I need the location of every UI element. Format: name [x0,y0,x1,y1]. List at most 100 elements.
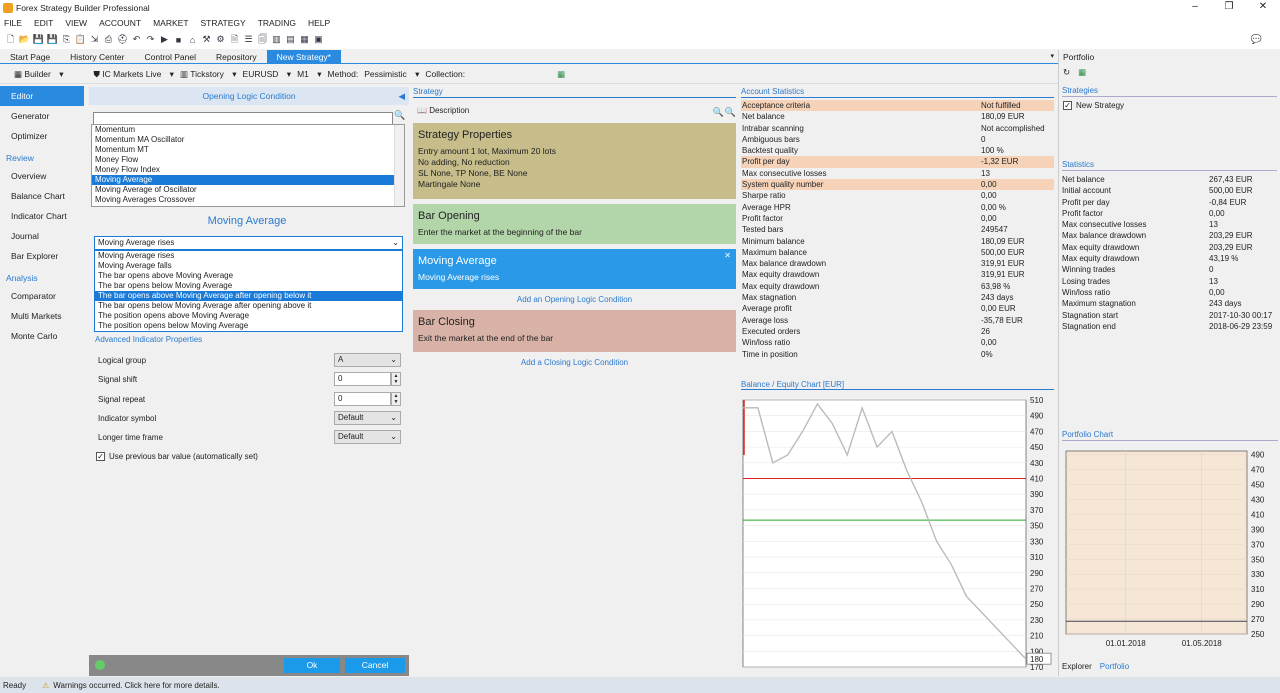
list-item[interactable]: The bar opens below Moving Average [95,281,402,291]
signal-shift-spinner[interactable]: ▲ ▼ [391,372,401,386]
list-item-selected[interactable]: Moving Average [92,175,404,185]
moving-average-slot[interactable]: Moving Average Moving Average rises ✕ [413,249,736,289]
tab-history-center[interactable]: History Center [60,50,134,63]
logic-options-list[interactable]: Moving Average rises Moving Average fall… [94,250,403,332]
doc-icon[interactable]: 🗎 [229,34,240,45]
list-item[interactable]: The position opens below Moving Average [95,321,402,331]
barchart-icon[interactable]: ▤ [285,34,296,45]
list-item[interactable]: Moving Average of Oscillator [92,185,404,195]
nav-indicator-chart[interactable]: Indicator Chart [0,206,88,226]
redo-icon[interactable]: ↷ [145,34,156,45]
new-icon[interactable]: 🗋 [5,34,16,45]
cancel-button[interactable]: Cancel [345,658,405,673]
logic-select[interactable]: Moving Average rises ⌄ [94,236,403,250]
nav-multi-markets[interactable]: Multi Markets [0,306,88,326]
tab-start-page[interactable]: Start Page [0,50,60,63]
list-item[interactable]: Momentum MA Oscillator [92,135,404,145]
excel-icon[interactable]: ▦ [557,69,565,80]
bar-opening-slot[interactable]: Bar Opening Enter the market at the begi… [413,204,736,244]
chat-icon[interactable]: 💬 [1251,34,1262,45]
list-item[interactable]: Money Flow [92,155,404,165]
tabs-dropdown-icon[interactable]: ▾ [1050,52,1054,60]
symbol-dropdown[interactable]: EURUSD ▾ [243,69,292,80]
nav-generator[interactable]: Generator [0,106,88,126]
nav-optimizer[interactable]: Optimizer [0,126,88,146]
undo-icon[interactable]: ↶ [131,34,142,45]
strategy-properties-slot[interactable]: Strategy Properties Entry amount 1 lot, … [413,123,736,199]
signal-repeat-spinner[interactable]: ▲ ▼ [391,392,401,406]
add-opening-condition-link[interactable]: Add an Opening Logic Condition [413,295,736,304]
tab-repository[interactable]: Repository [206,50,267,63]
bar-closing-slot[interactable]: Bar Closing Exit the market at the end o… [413,310,736,352]
list-item[interactable]: Moving Average falls [95,261,402,271]
nav-comparator[interactable]: Comparator [0,286,88,306]
play-icon[interactable]: ▶ [159,34,170,45]
excel-icon[interactable]: ▦ [1078,67,1086,78]
calc-icon[interactable]: ▦ [299,34,310,45]
minimize-button[interactable]: – [1178,0,1212,14]
menu-account[interactable]: ACCOUNT [99,18,141,28]
period-dropdown[interactable]: M1 ▾ [297,69,321,80]
zoom-out-icon[interactable]: 🔍 [725,105,736,119]
paste-icon[interactable]: 📋 [75,34,86,45]
list-item[interactable]: The position opens above Moving Average [95,311,402,321]
menu-trading[interactable]: TRADING [258,18,296,28]
folder-icon[interactable]: ▣ [313,34,324,45]
chart-icon[interactable]: ▥ [271,34,282,45]
builder-dropdown[interactable]: ▦ Builder ▾ [14,69,64,80]
zoom-in-icon[interactable]: 🔍 [713,105,724,119]
description-row[interactable]: 📖 Description 🔍 🔍 [413,104,736,118]
list-item[interactable]: Momentum [92,125,404,135]
list-item[interactable]: Money Flow Index [92,165,404,175]
close-button[interactable]: ✕ [1246,0,1280,14]
hat-icon[interactable]: ⛑ [117,34,128,45]
indicator-list[interactable]: Momentum Momentum MA Oscillator Momentum… [91,124,405,207]
signal-repeat-input[interactable]: 0 [334,392,391,406]
search-icon[interactable]: 🔍 [394,110,405,121]
indicator-symbol-select[interactable]: Default ⌄ [334,411,401,425]
portfolio-strategy-item[interactable]: ✓ New Strategy [1059,97,1280,114]
nav-bar-explorer[interactable]: Bar Explorer [0,246,88,266]
longer-time-frame-select[interactable]: Default ⌄ [334,430,401,444]
list-scrollbar[interactable] [394,125,404,206]
open-icon[interactable]: 📂 [19,34,30,45]
menu-help[interactable]: HELP [308,18,330,28]
tab-explorer[interactable]: Explorer [1062,662,1092,671]
save-icon[interactable]: 💾 [33,34,44,45]
build-icon[interactable]: ⚒ [201,34,212,45]
add-closing-condition-link[interactable]: Add a Closing Logic Condition [413,358,736,367]
nav-overview[interactable]: Overview [0,166,88,186]
tab-new-strategy[interactable]: New Strategy* [266,50,341,63]
status-warning-link[interactable]: Warnings occurred. Click here for more d… [53,681,219,690]
list-item[interactable]: Moving Averages Crossover [92,195,404,205]
menu-file[interactable]: FILE [4,18,22,28]
export-icon[interactable]: ⇲ [89,34,100,45]
nav-balance-chart[interactable]: Balance Chart [0,186,88,206]
list-item[interactable]: Moving Average rises [95,251,402,261]
list-icon[interactable]: ☰ [243,34,254,45]
menu-market[interactable]: MARKET [153,18,188,28]
list-item[interactable]: Momentum MT [92,145,404,155]
refresh-icon[interactable]: ↻ [1063,67,1070,78]
gear-icon[interactable]: ⚙ [215,34,226,45]
save-as-icon[interactable]: 💾 [47,34,58,45]
menu-strategy[interactable]: STRATEGY [201,18,246,28]
menu-view[interactable]: VIEW [65,18,87,28]
maximize-button[interactable]: ❐ [1212,0,1246,14]
ok-button[interactable]: Ok [284,658,340,673]
list-item[interactable]: The bar opens below Moving Average after… [95,301,402,311]
copy-icon[interactable]: ⎘ [61,34,72,45]
method-dropdown[interactable]: Pessimistic ▾ [364,69,419,80]
datafeed-dropdown[interactable]: ▥ Tickstory ▾ [180,69,237,80]
logical-group-select[interactable]: A ⌄ [334,353,401,367]
use-prev-bar-checkbox[interactable]: ✓ Use previous bar value (automatically … [96,452,258,461]
tab-control-panel[interactable]: Control Panel [135,50,207,63]
stop-icon[interactable]: ■ [173,34,184,45]
nav-editor[interactable]: Editor [0,86,84,106]
menu-edit[interactable]: EDIT [34,18,53,28]
report-icon[interactable]: 🗐 [257,34,268,45]
list-item[interactable]: The bar opens above Moving Average [95,271,402,281]
signal-shift-input[interactable]: 0 [334,372,391,386]
nav-journal[interactable]: Journal [0,226,88,246]
close-icon[interactable]: ✕ [724,251,731,260]
